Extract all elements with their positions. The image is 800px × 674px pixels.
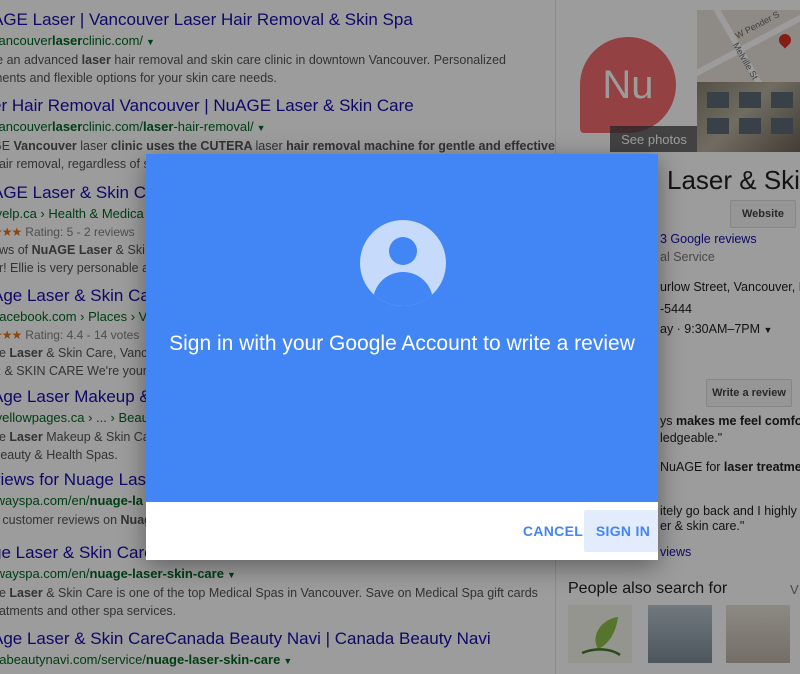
cancel-button[interactable]: CANCEL [512,510,594,552]
dialog-message: Sign in with your Google Account to writ… [169,332,635,355]
sign-in-dialog: Sign in with your Google Account to writ… [146,154,658,560]
search-results-page: AGE Laser | Vancouver Laser Hair Removal… [0,0,800,674]
account-circle-icon [360,220,446,306]
sign-in-button[interactable]: SIGN IN [584,510,658,552]
dialog-header: Sign in with your Google Account to writ… [146,154,658,502]
